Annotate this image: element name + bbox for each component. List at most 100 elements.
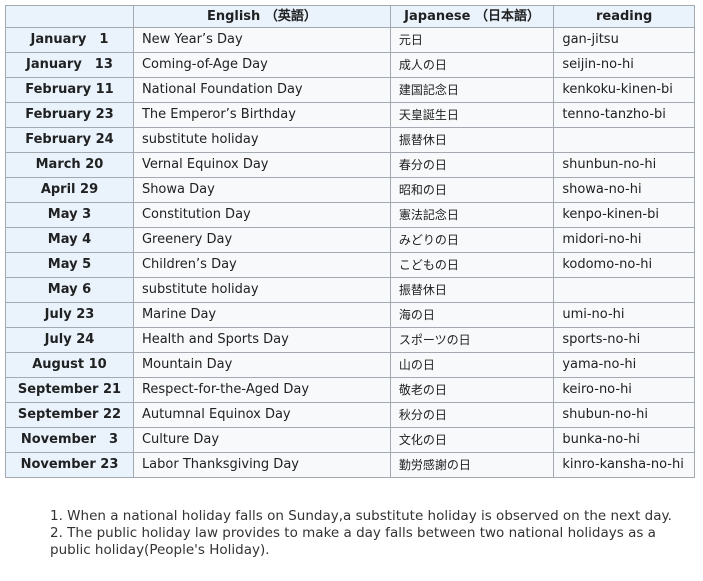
holiday-english-name: The Emperor’s Birthday — [132, 102, 391, 128]
table-header-row: English （英語） Japanese （日本語） reading — [5, 5, 695, 28]
header-date — [5, 5, 134, 28]
table-row: September 21 Respect-for-the-Aged Day 敬老の日… — [5, 377, 695, 403]
holiday-english-name: Mountain Day — [132, 352, 391, 378]
header-japanese: Japanese （日本語） — [389, 5, 555, 28]
holiday-reading: sports-no-hi — [553, 327, 695, 353]
holiday-date: September 22 — [5, 402, 134, 428]
holiday-japanese-name: 天皇誕生日 — [389, 102, 555, 128]
holiday-reading: yama-no-hi — [553, 352, 695, 378]
header-reading: reading — [553, 5, 695, 28]
holiday-japanese-name: 成人の日 — [389, 52, 555, 78]
holiday-date: January 1 — [5, 27, 134, 53]
holiday-reading: seijin-no-hi — [553, 52, 695, 78]
holiday-date: May 4 — [5, 227, 134, 253]
footnote-2: 2. The public holiday law provides to ma… — [50, 525, 656, 558]
holiday-reading: kenkoku-kinen-bi — [553, 77, 695, 103]
holiday-english-name: Culture Day — [132, 427, 391, 453]
table-row: November 23 Labor Thanksgiving Day 勤労感謝の日 k… — [5, 452, 695, 478]
holiday-date: May 5 — [5, 252, 134, 278]
holiday-japanese-name: 昭和の日 — [389, 177, 555, 203]
table-row: July 24 Health and Sports Day スポーツの日 sports… — [5, 327, 695, 353]
holiday-english-name: National Foundation Day — [132, 77, 391, 103]
holiday-japanese-name: こどもの日 — [389, 252, 555, 278]
holiday-english-name: substitute holiday — [132, 127, 391, 153]
holiday-date: November 23 — [5, 452, 134, 478]
table-row: January 13 Coming-of-Age Day 成人の日 seijin-no… — [5, 52, 695, 78]
table-body: January 1 New Year’s Day 元日 gan-jitsu Januar… — [5, 27, 695, 478]
table-row: May 6 substitute holiday 振替休日 — [5, 277, 695, 303]
holiday-reading: showa-no-hi — [553, 177, 695, 203]
holiday-reading: umi-no-hi — [553, 302, 695, 328]
holiday-english-name: Vernal Equinox Day — [132, 152, 391, 178]
table-row: February 24 substitute holiday 振替休日 — [5, 127, 695, 153]
holiday-date: September 21 — [5, 377, 134, 403]
holiday-reading — [553, 127, 695, 153]
holiday-japanese-name: 勤労感謝の日 — [389, 452, 555, 478]
holiday-date: May 3 — [5, 202, 134, 228]
holiday-date: July 23 — [5, 302, 134, 328]
holiday-english-name: Constitution Day — [132, 202, 391, 228]
holiday-english-name: Showa Day — [132, 177, 391, 203]
holiday-reading: kenpo-kinen-bi — [553, 202, 695, 228]
table-row: May 4 Greenery Day みどりの日 midori-no-hi — [5, 227, 695, 253]
holiday-japanese-name: 建国記念日 — [389, 77, 555, 103]
table-row: August 10 Mountain Day 山の日 yama-no-hi — [5, 352, 695, 378]
header-english: English （英語） — [132, 5, 391, 28]
holiday-table: English （英語） Japanese （日本語） reading Janu… — [5, 5, 695, 478]
holiday-english-name: substitute holiday — [132, 277, 391, 303]
table-row: March 20 Vernal Equinox Day 春分の日 shunbun-no… — [5, 152, 695, 178]
holiday-date: March 20 — [5, 152, 134, 178]
holiday-japanese-name: 敬老の日 — [389, 377, 555, 403]
footnotes: 1. When a national holiday falls on Sund… — [50, 508, 690, 559]
holiday-english-name: Marine Day — [132, 302, 391, 328]
table-row: May 5 Children’s Day こどもの日 kodomo-no-hi — [5, 252, 695, 278]
table-row: May 3 Constitution Day 憲法記念日 kenpo-kinen-bi — [5, 202, 695, 228]
table-row: April 29 Showa Day 昭和の日 showa-no-hi — [5, 177, 695, 203]
holiday-english-name: Respect-for-the-Aged Day — [132, 377, 391, 403]
table-row: September 22 Autumnal Equinox Day 秋分の日 shub… — [5, 402, 695, 428]
table-row: November 3 Culture Day 文化の日 bunka-no-hi — [5, 427, 695, 453]
holiday-japanese-name: スポーツの日 — [389, 327, 555, 353]
holiday-japanese-name: 山の日 — [389, 352, 555, 378]
table-row: July 23 Marine Day 海の日 umi-no-hi — [5, 302, 695, 328]
footnote-1: 1. When a national holiday falls on Sund… — [50, 508, 672, 524]
holiday-date: January 13 — [5, 52, 134, 78]
holiday-japanese-name: 振替休日 — [389, 277, 555, 303]
holiday-japanese-name: 文化の日 — [389, 427, 555, 453]
holiday-japanese-name: みどりの日 — [389, 227, 555, 253]
holiday-reading: bunka-no-hi — [553, 427, 695, 453]
holiday-japanese-name: 海の日 — [389, 302, 555, 328]
holiday-reading: tenno-tanzho-bi — [553, 102, 695, 128]
holiday-reading: kodomo-no-hi — [553, 252, 695, 278]
table-row: February 11 National Foundation Day 建国記念日 k… — [5, 77, 695, 103]
holiday-date: April 29 — [5, 177, 134, 203]
holiday-reading: shubun-no-hi — [553, 402, 695, 428]
table-row: February 23 The Emperor’s Birthday 天皇誕生日 te… — [5, 102, 695, 128]
holiday-japanese-name: 秋分の日 — [389, 402, 555, 428]
holiday-english-name: Children’s Day — [132, 252, 391, 278]
holiday-japanese-name: 振替休日 — [389, 127, 555, 153]
holiday-reading: kinro-kansha-no-hi — [553, 452, 695, 478]
table-row: January 1 New Year’s Day 元日 gan-jitsu — [5, 27, 695, 53]
holiday-reading: midori-no-hi — [553, 227, 695, 253]
holiday-english-name: Labor Thanksgiving Day — [132, 452, 391, 478]
holiday-reading — [553, 277, 695, 303]
holiday-english-name: New Year’s Day — [132, 27, 391, 53]
holiday-date: November 3 — [5, 427, 134, 453]
holiday-japanese-name: 元日 — [389, 27, 555, 53]
holiday-date: July 24 — [5, 327, 134, 353]
holiday-date: February 23 — [5, 102, 134, 128]
holiday-english-name: Autumnal Equinox Day — [132, 402, 391, 428]
holiday-date: February 24 — [5, 127, 134, 153]
holiday-date: February 11 — [5, 77, 134, 103]
holiday-english-name: Greenery Day — [132, 227, 391, 253]
holiday-reading: gan-jitsu — [553, 27, 695, 53]
holiday-japanese-name: 憲法記念日 — [389, 202, 555, 228]
holiday-reading: keiro-no-hi — [553, 377, 695, 403]
holiday-english-name: Health and Sports Day — [132, 327, 391, 353]
holiday-date: May 6 — [5, 277, 134, 303]
holiday-english-name: Coming-of-Age Day — [132, 52, 391, 78]
holiday-japanese-name: 春分の日 — [389, 152, 555, 178]
holiday-date: August 10 — [5, 352, 134, 378]
holiday-reading: shunbun-no-hi — [553, 152, 695, 178]
